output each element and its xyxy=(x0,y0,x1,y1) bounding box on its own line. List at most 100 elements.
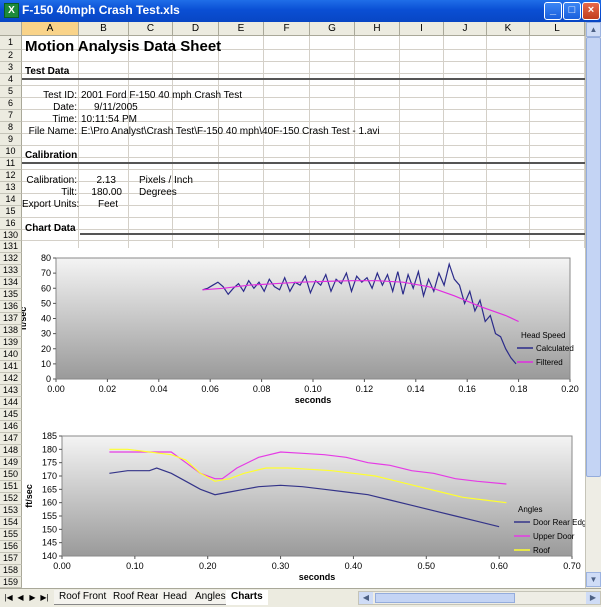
calibration-unit[interactable]: Pixels / Inch xyxy=(139,175,193,187)
file-name-label[interactable]: File Name: xyxy=(22,126,77,138)
row-header[interactable]: 135 xyxy=(0,289,22,301)
horizontal-scroll-thumb[interactable] xyxy=(375,593,515,603)
row-header[interactable]: 7 xyxy=(0,110,22,122)
row-header[interactable]: 146 xyxy=(0,421,22,433)
sheet-title[interactable]: Motion Analysis Data Sheet xyxy=(25,38,221,55)
next-sheet-icon[interactable]: ▶ xyxy=(27,592,38,604)
column-header[interactable]: G xyxy=(310,22,355,36)
row-header[interactable]: 9 xyxy=(0,134,22,146)
tilt-value[interactable]: 180.00 xyxy=(80,187,122,199)
tab-roof-front[interactable]: Roof Front xyxy=(54,590,112,605)
row-header[interactable]: 132 xyxy=(0,253,22,265)
tab-head[interactable]: Head xyxy=(158,590,192,605)
row-header[interactable]: 154 xyxy=(0,517,22,529)
maximize-button[interactable]: □ xyxy=(563,2,581,20)
row-header[interactable]: 8 xyxy=(0,122,22,134)
row-header[interactable]: 1 xyxy=(0,36,22,50)
window-titlebar[interactable]: X F-150 40mph Crash Test.xls _ □ × xyxy=(0,0,601,22)
chart-data-header[interactable]: Chart Data xyxy=(25,223,76,235)
column-header[interactable]: D xyxy=(173,22,219,36)
row-header[interactable]: 140 xyxy=(0,349,22,361)
scroll-down-icon[interactable]: ▼ xyxy=(586,572,601,587)
column-header[interactable]: C xyxy=(129,22,173,36)
scroll-up-icon[interactable]: ▲ xyxy=(586,22,601,37)
row-header[interactable]: 10 xyxy=(0,146,22,158)
time-value[interactable]: 10:11:54 PM xyxy=(81,114,137,126)
column-header[interactable]: H xyxy=(355,22,400,36)
row-header[interactable]: 155 xyxy=(0,529,22,541)
test-data-header[interactable]: Test Data xyxy=(25,66,69,78)
select-all-corner[interactable] xyxy=(0,22,22,36)
row-header[interactable]: 143 xyxy=(0,385,22,397)
row-header[interactable]: 150 xyxy=(0,469,22,481)
row-header[interactable]: 5 xyxy=(0,86,22,98)
row-header[interactable]: 134 xyxy=(0,277,22,289)
row-header[interactable]: 139 xyxy=(0,337,22,349)
test-id-value[interactable]: 2001 Ford F-150 40 mph Crash Test xyxy=(81,90,242,102)
row-header[interactable]: 151 xyxy=(0,481,22,493)
calibration-label[interactable]: Calibration: xyxy=(22,175,77,187)
date-value[interactable]: 9/11/2005 xyxy=(94,102,138,114)
file-name-value[interactable]: E:\Pro Analyst\Crash Test\F-150 40 mph\4… xyxy=(81,126,380,138)
vertical-scroll-thumb[interactable] xyxy=(586,37,601,477)
column-header[interactable]: F xyxy=(264,22,310,36)
column-header[interactable]: I xyxy=(400,22,444,36)
last-sheet-icon[interactable]: ▶| xyxy=(39,592,50,604)
tilt-label[interactable]: Tilt: xyxy=(22,187,77,199)
angles-chart[interactable]: 140 145 150 155 160 165 170 175 180 185 0.00 0.10 0.… xyxy=(22,426,585,588)
column-header[interactable]: L xyxy=(530,22,585,36)
row-header[interactable]: 14 xyxy=(0,194,22,206)
row-header[interactable]: 13 xyxy=(0,182,22,194)
test-id-label[interactable]: Test ID: xyxy=(22,90,77,102)
scroll-left-icon[interactable]: ◀ xyxy=(359,592,373,604)
column-header[interactable]: B xyxy=(79,22,129,36)
vertical-scrollbar[interactable]: ▲ ▼ xyxy=(585,22,601,588)
row-header[interactable]: 137 xyxy=(0,313,22,325)
row-header[interactable]: 12 xyxy=(0,170,22,182)
close-button[interactable]: × xyxy=(582,2,600,20)
row-header[interactable]: 133 xyxy=(0,265,22,277)
calibration-header[interactable]: Calibration xyxy=(25,150,77,162)
row-header[interactable]: 148 xyxy=(0,445,22,457)
row-header[interactable]: 153 xyxy=(0,505,22,517)
tilt-unit[interactable]: Degrees xyxy=(139,187,177,199)
row-header[interactable]: 2 xyxy=(0,50,22,62)
row-header[interactable]: 152 xyxy=(0,493,22,505)
row-header[interactable]: 136 xyxy=(0,301,22,313)
row-header[interactable]: 11 xyxy=(0,158,22,170)
row-header[interactable]: 6 xyxy=(0,98,22,110)
row-header[interactable]: 138 xyxy=(0,325,22,337)
minimize-button[interactable]: _ xyxy=(544,2,562,20)
row-header[interactable]: 131 xyxy=(0,241,22,253)
row-header[interactable]: 145 xyxy=(0,409,22,421)
column-header[interactable]: J xyxy=(444,22,487,36)
export-units-label[interactable]: Export Units: xyxy=(22,199,79,211)
row-header[interactable]: 142 xyxy=(0,373,22,385)
time-label[interactable]: Time: xyxy=(22,114,77,126)
horizontal-scrollbar[interactable]: ◀ ▶ xyxy=(358,591,601,605)
first-sheet-icon[interactable]: |◀ xyxy=(3,592,14,604)
prev-sheet-icon[interactable]: ◀ xyxy=(15,592,26,604)
row-header[interactable]: 4 xyxy=(0,74,22,86)
row-header[interactable]: 149 xyxy=(0,457,22,469)
tab-roof-rear[interactable]: Roof Rear xyxy=(108,590,164,605)
row-header[interactable]: 130 xyxy=(0,230,22,241)
row-header[interactable]: 159 xyxy=(0,577,22,588)
column-header[interactable]: A xyxy=(22,22,79,36)
tab-charts[interactable]: Charts xyxy=(226,590,268,605)
row-header[interactable]: 147 xyxy=(0,433,22,445)
row-header[interactable]: 15 xyxy=(0,206,22,218)
calibration-value[interactable]: 2.13 xyxy=(80,175,116,187)
row-header[interactable]: 16 xyxy=(0,218,22,230)
column-header[interactable]: E xyxy=(219,22,264,36)
row-header[interactable]: 3 xyxy=(0,62,22,74)
date-label[interactable]: Date: xyxy=(22,102,77,114)
row-header[interactable]: 158 xyxy=(0,565,22,577)
head-speed-chart[interactable]: 0 10 20 30 40 50 60 70 80 0.00 0.02 0.04 0.06 0.08 0.1… xyxy=(18,253,585,410)
row-header[interactable]: 157 xyxy=(0,553,22,565)
row-header[interactable]: 156 xyxy=(0,541,22,553)
export-units-value[interactable]: Feet xyxy=(80,199,118,211)
column-header[interactable]: K xyxy=(487,22,530,36)
spreadsheet-grid[interactable]: ABCDEFGHIJKL 1 2 3 4 5 6 7 8 9 10 11 12 13 14 15 16 130 1… xyxy=(0,22,585,588)
row-header[interactable]: 144 xyxy=(0,397,22,409)
